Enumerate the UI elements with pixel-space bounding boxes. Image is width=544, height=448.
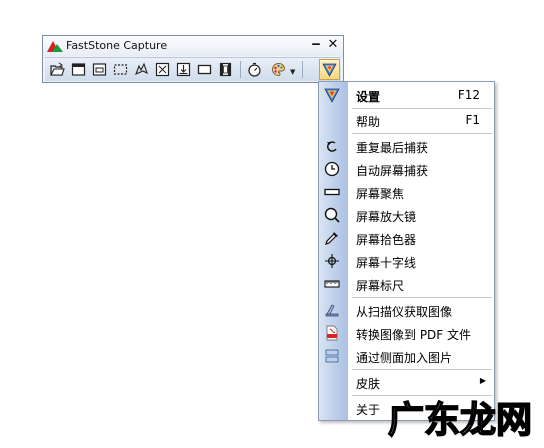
menu-item-label: 从扫描仪获取图像: [356, 305, 453, 319]
pdf-icon: [326, 325, 338, 341]
menu-item-help[interactable]: 帮助 F1: [319, 109, 494, 131]
capture-fixed-region-icon: [197, 64, 212, 75]
menu-item-screen-ruler[interactable]: 屏幕标尺: [319, 273, 494, 295]
join-images-icon: [325, 349, 339, 363]
menu-item-repeat-last-capture[interactable]: 重复最后捕获: [319, 135, 494, 157]
capture-window-object-icon: [92, 63, 107, 76]
eyedropper-icon: [325, 232, 338, 245]
capture-full-screen-button[interactable]: [153, 60, 172, 79]
menu-item-label: 屏幕十字线: [356, 256, 417, 270]
menu-item-auto-screen-capture[interactable]: 自动屏幕捕获: [319, 158, 494, 180]
repeat-arrow-icon: [327, 141, 337, 152]
menu-item-label: 皮肤: [356, 377, 381, 391]
menu-item-label: 屏幕放大镜: [356, 210, 417, 224]
capture-scrolling-window-button[interactable]: [174, 60, 193, 79]
capture-freehand-region-icon: [135, 62, 148, 76]
faststone-logo-icon: [47, 41, 63, 52]
menu-item-settings[interactable]: 设置 F12: [319, 84, 494, 106]
magnifier-icon: [324, 207, 340, 223]
menu-item-convert-to-pdf[interactable]: 转换图像到 PDF 文件: [319, 322, 494, 344]
watermark: 广东龙网: [380, 396, 540, 442]
scanner-icon: [325, 304, 339, 317]
capture-full-screen-icon: [155, 62, 170, 77]
screen-recorder-icon: [219, 62, 232, 77]
menu-item-acquire-from-scanner[interactable]: 从扫描仪获取图像: [319, 299, 494, 321]
menu-item-join-images-side-by-side[interactable]: 通过侧面加入图片: [319, 345, 494, 367]
menu-item-shortcut: F12: [457, 88, 480, 102]
menu-item-screen-crosshair[interactable]: 屏幕十字线: [319, 250, 494, 272]
capture-freehand-region-button[interactable]: [132, 60, 151, 79]
capture-rectangular-region-icon: [113, 64, 128, 75]
menu-item-shortcut: F1: [465, 113, 480, 127]
window-title: FastStone Capture: [66, 39, 168, 52]
output-palette-button[interactable]: [267, 60, 289, 79]
menu-separator: [352, 297, 492, 298]
settings-menu-button[interactable]: [319, 59, 340, 80]
watermark-logo: 广东龙网: [387, 399, 533, 442]
menu-separator: [352, 133, 492, 134]
open-file-button[interactable]: [48, 60, 67, 79]
clock-icon: [324, 161, 340, 177]
menu-item-label: 屏幕聚焦: [356, 187, 405, 201]
settings-dropdown-menu: 设置 F12 帮助 F1 重复最后捕获 自动屏幕捕获 屏幕聚焦 屏幕放大镜 屏幕…: [318, 81, 495, 421]
title-bar[interactable]: FastStone Capture ‒ ✕: [43, 36, 343, 56]
capture-window-object-button[interactable]: [90, 60, 109, 79]
delay-timer-icon: [248, 62, 261, 77]
close-button[interactable]: ✕: [326, 38, 340, 52]
faststone-capture-toolbar-window: FastStone Capture ‒ ✕ ▼: [42, 35, 344, 83]
menu-item-label: 转换图像到 PDF 文件: [356, 328, 472, 342]
capture-fixed-region-button[interactable]: [195, 60, 214, 79]
menu-item-label: 自动屏幕捕获: [356, 164, 429, 178]
capture-active-window-button[interactable]: [69, 60, 88, 79]
delay-timer-button[interactable]: [245, 60, 264, 79]
open-file-icon: [50, 62, 65, 76]
capture-scrolling-window-icon: [176, 62, 191, 77]
menu-item-label: 关于: [356, 403, 381, 417]
capture-toolstrip: ▼: [45, 57, 341, 81]
menu-item-label: 通过侧面加入图片: [356, 351, 453, 365]
watermark-text: 广东龙网: [388, 400, 532, 440]
menu-item-color-picker[interactable]: 屏幕拾色器: [319, 227, 494, 249]
menu-item-label: 屏幕拾色器: [356, 233, 417, 247]
menu-separator: [352, 369, 492, 370]
menu-item-label: 屏幕标尺: [356, 279, 405, 293]
menu-item-label: 帮助: [356, 115, 381, 129]
settings-menu-icon: [322, 63, 337, 77]
menu-item-label: 设置: [356, 90, 381, 104]
settings-logo-icon: [324, 88, 340, 103]
crosshair-icon: [325, 254, 339, 268]
output-palette-icon: [271, 63, 285, 76]
menu-item-skin[interactable]: 皮肤 ▶: [319, 371, 494, 393]
spotlight-bar-icon: [324, 188, 340, 196]
menu-item-label: 重复最后捕获: [356, 141, 429, 155]
screen-recorder-button[interactable]: [216, 60, 235, 79]
capture-rectangular-region-button[interactable]: [111, 60, 130, 79]
toolbar-separator: [240, 61, 241, 78]
menu-item-screen-magnifier[interactable]: 屏幕放大镜: [319, 204, 494, 226]
toolbar-separator: [302, 61, 303, 78]
menu-item-screen-spotlight[interactable]: 屏幕聚焦: [319, 181, 494, 203]
capture-active-window-icon: [71, 63, 86, 76]
output-dropdown-arrow-icon[interactable]: ▼: [290, 68, 295, 76]
minimize-button[interactable]: ‒: [309, 38, 323, 52]
ruler-icon: [324, 280, 340, 288]
submenu-arrow-icon: ▶: [479, 376, 486, 385]
